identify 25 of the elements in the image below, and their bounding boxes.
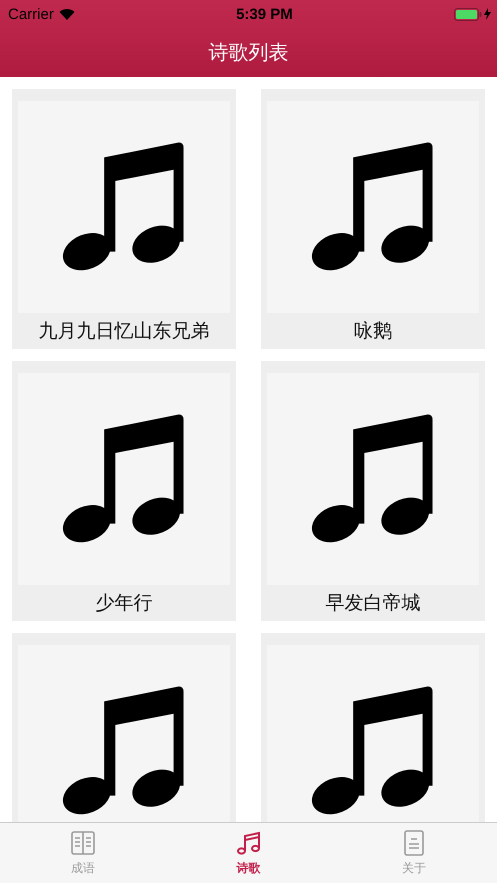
carrier-label: Carrier [8, 6, 54, 22]
charging-icon [484, 8, 491, 20]
nav-title: 诗歌列表 [208, 39, 288, 66]
music-note-icon [311, 414, 435, 544]
poem-card[interactable] [261, 633, 485, 822]
wifi-icon [58, 8, 75, 20]
poem-card[interactable]: 早发白帝城 [261, 361, 485, 621]
music-note-icon [62, 142, 186, 272]
poem-title: 咏鹅 [354, 319, 392, 344]
music-note-icon [234, 829, 262, 857]
tab-item[interactable]: 诗歌 [166, 823, 332, 883]
status-time: 5:39 PM [236, 6, 293, 22]
poem-title: 少年行 [96, 591, 152, 616]
poem-card[interactable]: 九月九日忆山东兄弟 [12, 89, 236, 349]
poem-card[interactable] [12, 633, 236, 822]
music-note-icon [311, 686, 435, 816]
music-note-icon [62, 686, 186, 816]
battery-icon [454, 8, 482, 20]
poem-title: 早发白帝城 [326, 591, 420, 616]
poem-title: 九月九日忆山东兄弟 [38, 319, 210, 344]
music-note-icon [311, 142, 435, 272]
poem-card[interactable]: 少年行 [12, 361, 236, 621]
poem-card[interactable]: 咏鹅 [261, 89, 485, 349]
book-icon [68, 829, 97, 857]
music-note-icon [62, 414, 186, 544]
